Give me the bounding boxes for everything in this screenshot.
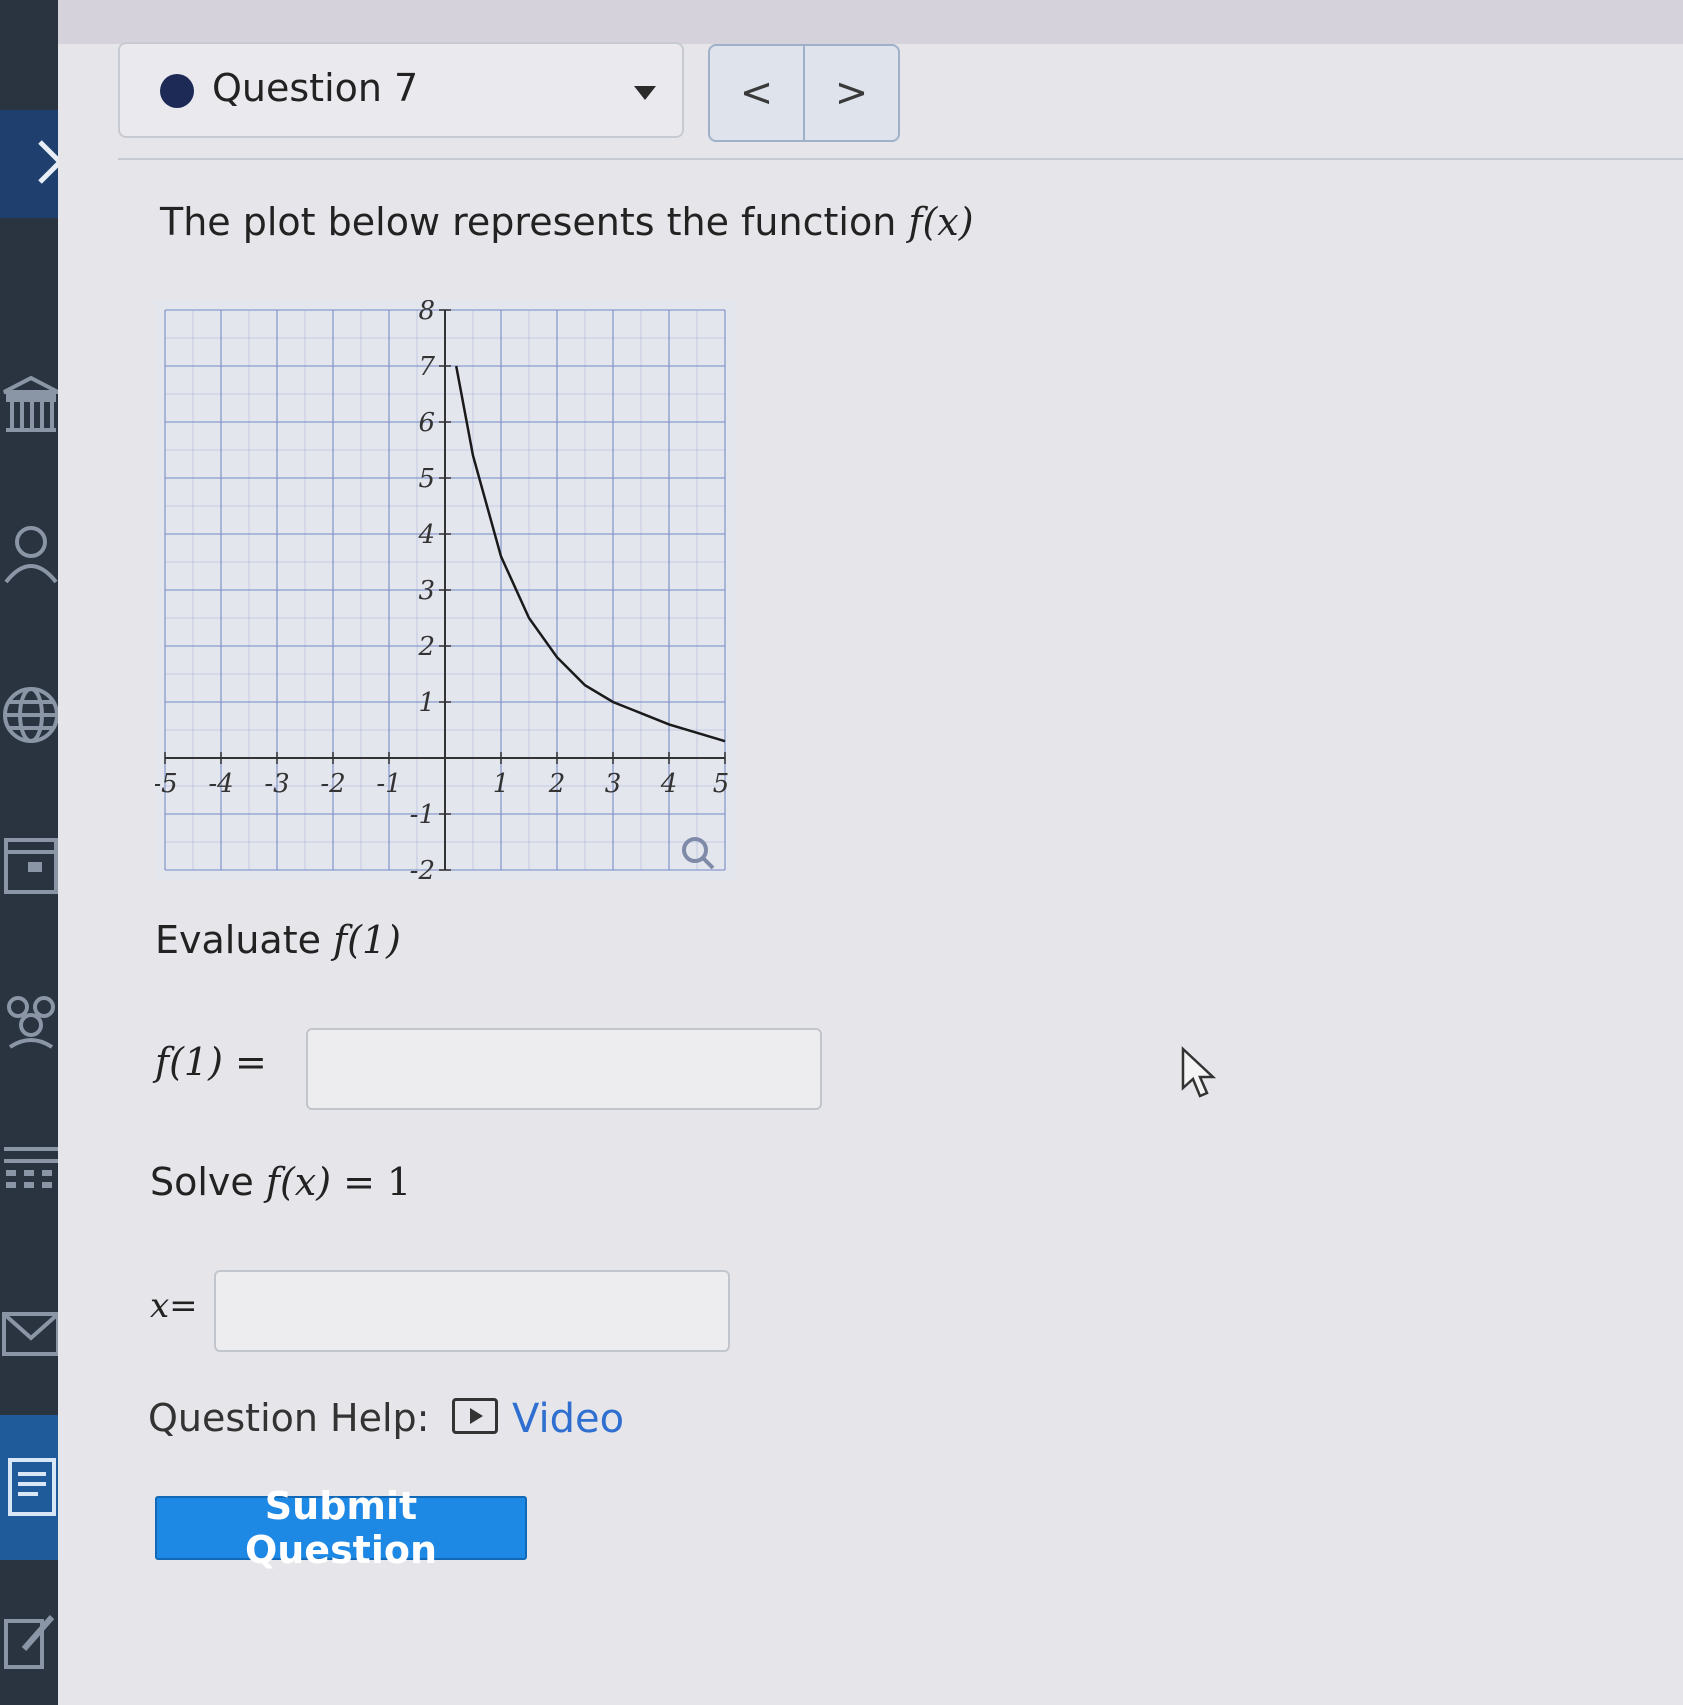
prev-question-button[interactable]: < <box>710 46 803 140</box>
y-tick-label: 6 <box>418 408 435 438</box>
evaluate-math: f(1) <box>333 918 401 962</box>
people-icon[interactable] <box>0 985 62 1055</box>
question-nav: < > <box>708 44 900 142</box>
x-tick-label: -4 <box>208 769 233 799</box>
f1-answer-label: f(1) = <box>155 1040 267 1084</box>
y-tick-label: -1 <box>410 800 435 830</box>
function-graph: -5 -4 -3 -2 -1 1 2 3 4 5 8 7 6 5 4 3 2 1 -1 -2 <box>155 300 735 880</box>
x-tick-label: -2 <box>320 769 345 799</box>
question-select-label: Question 7 <box>212 66 419 110</box>
next-question-button[interactable]: > <box>803 46 898 140</box>
x-tick-label: -5 <box>155 769 178 799</box>
f1-answer-input[interactable] <box>306 1028 822 1110</box>
evaluate-text: Evaluate <box>155 918 334 962</box>
submit-question-button[interactable]: Submit Question <box>155 1484 527 1572</box>
x-tick-label: -3 <box>264 769 289 799</box>
question-status-icon <box>160 74 194 108</box>
edit-icon[interactable] <box>0 1605 62 1675</box>
notes-icon[interactable] <box>0 1452 62 1522</box>
caret-down-icon <box>634 86 656 100</box>
y-tick-label: -2 <box>410 856 435 880</box>
top-strip <box>0 0 1683 44</box>
globe-icon[interactable] <box>0 680 62 750</box>
header-divider <box>118 158 1683 160</box>
y-tick-label: 1 <box>418 688 435 718</box>
y-tick-label: 2 <box>417 632 435 662</box>
evaluate-line: Evaluate f(1) <box>155 918 401 962</box>
video-link[interactable]: Video <box>512 1396 624 1442</box>
x-tick-label: 4 <box>660 769 678 799</box>
y-tick-label: 7 <box>418 352 435 382</box>
y-tick-label: 5 <box>418 464 435 494</box>
question-help-label: Question Help: <box>148 1396 430 1440</box>
x-tick-label: 1 <box>493 769 510 799</box>
y-tick-label: 4 <box>417 520 435 550</box>
x-answer-label: x= <box>150 1286 198 1326</box>
account-icon[interactable] <box>0 520 62 590</box>
calendar-icon[interactable] <box>0 830 62 900</box>
prompt-math: f(x) <box>908 200 974 244</box>
video-icon[interactable] <box>452 1398 498 1434</box>
prompt-text: The plot below represents the function <box>160 200 909 244</box>
mail-icon[interactable] <box>0 1300 62 1370</box>
x-tick-label: -1 <box>376 769 401 799</box>
solve-math: f(x) <box>265 1160 332 1204</box>
course-icon[interactable] <box>0 370 62 440</box>
question-select[interactable]: Question 7 <box>118 42 684 138</box>
x-tick-label: 5 <box>713 769 730 799</box>
y-tick-label: 3 <box>418 576 435 606</box>
solve-text: Solve <box>150 1160 266 1204</box>
x-tick-label: 2 <box>548 769 566 799</box>
y-tick-label: 8 <box>418 300 435 326</box>
x-answer-input[interactable] <box>214 1270 730 1352</box>
dashboard-icon[interactable] <box>0 1135 62 1205</box>
mouse-pointer-icon <box>1181 1046 1217 1098</box>
solve-rhs: = 1 <box>331 1160 412 1204</box>
question-prompt: The plot below represents the function f… <box>160 200 974 244</box>
solve-line: Solve f(x) = 1 <box>150 1160 411 1204</box>
sidebar <box>0 0 60 1705</box>
x-tick-label: 3 <box>605 769 622 799</box>
